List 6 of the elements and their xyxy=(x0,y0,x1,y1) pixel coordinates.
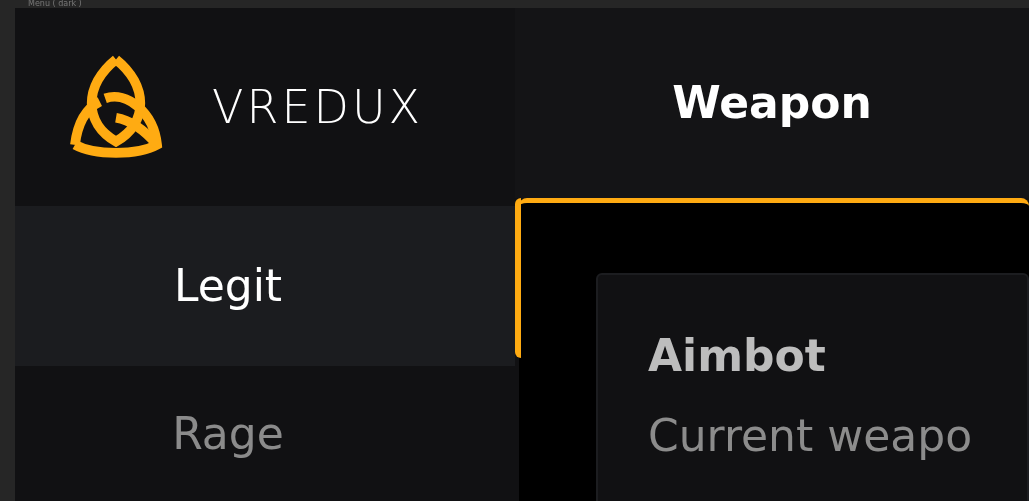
window-title: Menu ( dark ) xyxy=(27,0,83,8)
section-title: Weapon xyxy=(672,76,872,130)
brand-name: VREDUX xyxy=(212,78,424,136)
card-subtitle: Current weapo xyxy=(648,409,974,463)
card-title: Aimbot xyxy=(648,329,827,383)
sidebar-tab[interactable]: Legit xyxy=(15,206,515,366)
